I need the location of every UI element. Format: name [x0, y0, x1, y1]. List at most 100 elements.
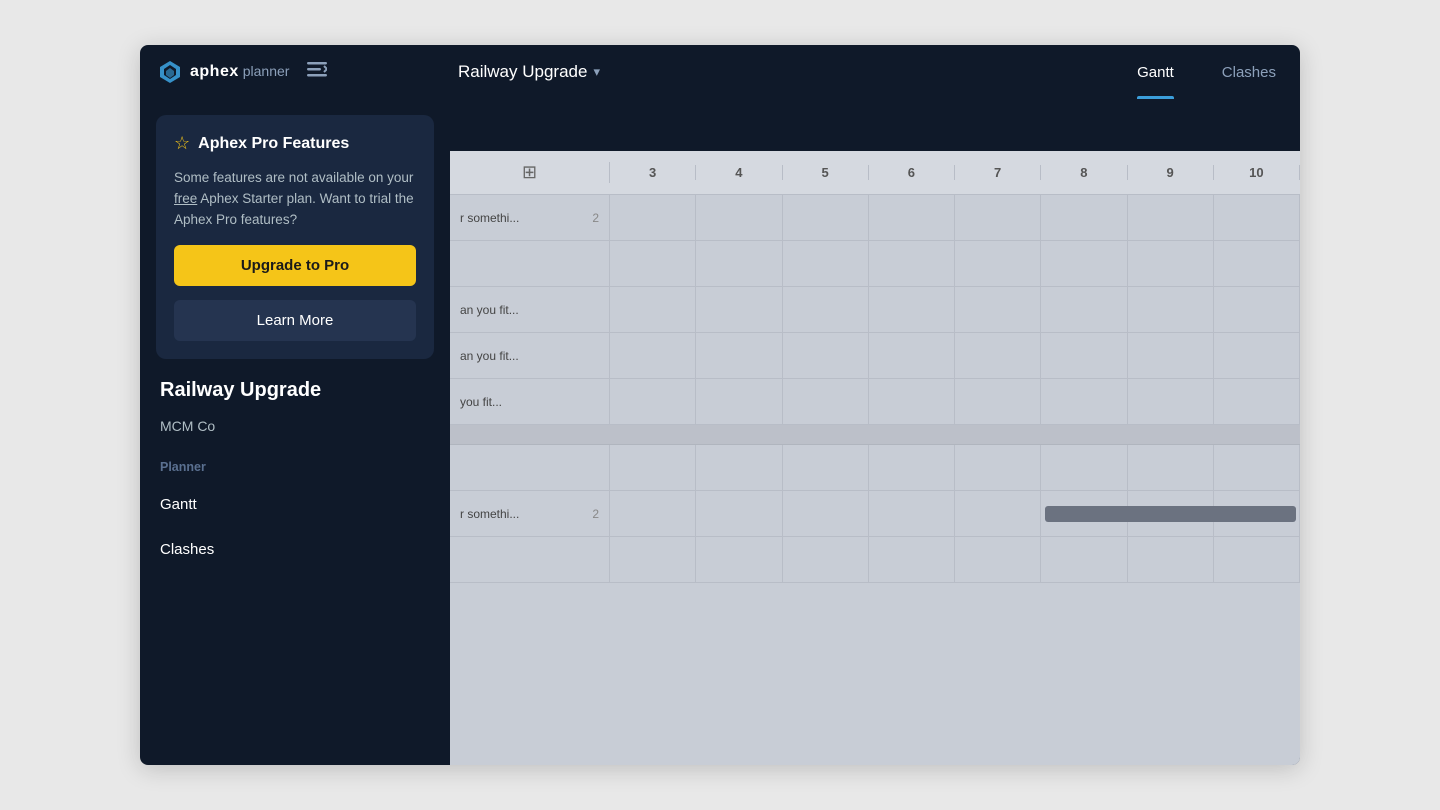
gantt-cell — [869, 445, 955, 490]
pro-features-card: ☆ Aphex Pro Features Some features are n… — [156, 115, 434, 359]
table-row: r somethi... 2 — [450, 195, 1300, 241]
gantt-col-4: 4 — [696, 165, 782, 180]
gantt-row-cells — [610, 537, 1300, 582]
gantt-cell — [1128, 537, 1214, 582]
gantt-cell — [1128, 379, 1214, 424]
gantt-col-5: 5 — [783, 165, 869, 180]
tab-gantt[interactable]: Gantt — [1113, 45, 1198, 99]
sidebar-item-gantt-label: Gantt — [160, 496, 197, 513]
gantt-col-3: 3 — [610, 165, 696, 180]
gantt-cell — [783, 195, 869, 240]
gantt-cell — [696, 537, 782, 582]
gantt-cell — [610, 333, 696, 378]
gantt-cell — [696, 379, 782, 424]
gantt-bar — [1045, 506, 1296, 522]
logo-area: aphex planner — [156, 58, 289, 86]
gantt-row-label: an you fit... — [460, 349, 519, 363]
body-area: ☆ Aphex Pro Features Some features are n… — [140, 99, 1300, 765]
gantt-row-cells — [610, 195, 1300, 240]
gantt-cell — [610, 537, 696, 582]
gantt-cell — [696, 333, 782, 378]
gantt-row-left: an you fit... — [450, 333, 610, 378]
pro-card-desc-part2: Aphex Starter plan. Want to trial the Ap… — [174, 191, 414, 227]
logo-aphex: aphex — [190, 63, 239, 81]
gantt-row-left — [450, 241, 610, 286]
gantt-col-6: 6 — [869, 165, 955, 180]
gantt-cell — [955, 537, 1041, 582]
tab-gantt-label: Gantt — [1137, 64, 1174, 81]
gantt-cell — [610, 379, 696, 424]
gantt-row-left: you fit... — [450, 379, 610, 424]
nav-right: Gantt Clashes — [1113, 45, 1300, 99]
learn-more-button[interactable]: Learn More — [174, 300, 416, 341]
gantt-row-label: you fit... — [460, 395, 502, 409]
gantt-left-col-header: ⊞ — [450, 162, 610, 183]
gantt-row-cells — [610, 287, 1300, 332]
gantt-cell — [1128, 287, 1214, 332]
gantt-cell — [955, 195, 1041, 240]
gantt-cell — [696, 195, 782, 240]
sidebar-project-name: Railway Upgrade — [156, 371, 434, 402]
sidebar-org-name: MCM Co — [156, 414, 434, 438]
gantt-cell — [1128, 241, 1214, 286]
gantt-cell — [869, 287, 955, 332]
browser-frame: aphex planner Railway Upgrade ▾ — [140, 45, 1300, 765]
gantt-cell — [610, 445, 696, 490]
gantt-cell — [696, 491, 782, 536]
app-container: aphex planner Railway Upgrade ▾ — [140, 45, 1300, 765]
tab-clashes-label: Clashes — [1222, 64, 1276, 81]
table-row: an you fit... — [450, 333, 1300, 379]
gantt-cell — [955, 379, 1041, 424]
sidebar-item-gantt[interactable]: Gantt — [156, 488, 434, 521]
gantt-cell — [1128, 445, 1214, 490]
project-title-nav[interactable]: Railway Upgrade ▾ — [458, 62, 600, 82]
table-row: an you fit... — [450, 287, 1300, 333]
gantt-rows: r somethi... 2 — [450, 195, 1300, 765]
gantt-cell — [869, 333, 955, 378]
gantt-cell — [696, 445, 782, 490]
tab-clashes[interactable]: Clashes — [1198, 45, 1300, 99]
gantt-cell — [610, 491, 696, 536]
gantt-cell — [783, 537, 869, 582]
logo-planner: planner — [243, 63, 290, 79]
gantt-cell — [1128, 195, 1214, 240]
gantt-cell — [1214, 195, 1300, 240]
sidebar-item-clashes[interactable]: Clashes — [156, 533, 434, 566]
gantt-row-count: 2 — [592, 507, 599, 521]
pro-card-desc-part1: Some features are not available on your — [174, 170, 413, 185]
upgrade-to-pro-button[interactable]: Upgrade to Pro — [174, 245, 416, 286]
top-nav: aphex planner Railway Upgrade ▾ — [140, 45, 1300, 99]
section-divider — [450, 425, 1300, 445]
table-row — [450, 445, 1300, 491]
gantt-cell — [783, 379, 869, 424]
gantt-cell — [1214, 379, 1300, 424]
gantt-cell — [955, 491, 1041, 536]
gantt-cell — [1214, 287, 1300, 332]
gantt-cell — [1128, 333, 1214, 378]
gantt-cell — [1041, 333, 1127, 378]
gantt-row-left: r somethi... 2 — [450, 195, 610, 240]
collapse-sidebar-button[interactable] — [303, 58, 331, 87]
gantt-col-headers: 3 4 5 6 7 8 9 10 — [610, 165, 1300, 180]
gantt-cell — [610, 195, 696, 240]
gantt-row-left — [450, 537, 610, 582]
table-row: you fit... — [450, 379, 1300, 425]
gantt-row-cells — [610, 333, 1300, 378]
main-content: ⊞ 3 4 5 6 7 8 9 10 — [450, 99, 1300, 765]
gantt-cell — [869, 241, 955, 286]
gantt-cell — [696, 241, 782, 286]
table-layout-icon[interactable]: ⊞ — [522, 162, 537, 183]
gantt-row-left — [450, 445, 610, 490]
gantt-row-count: 2 — [592, 211, 599, 225]
gantt-cell — [1041, 241, 1127, 286]
logo-text: aphex planner — [190, 63, 289, 81]
pro-card-header: ☆ Aphex Pro Features — [174, 133, 416, 154]
gantt-row-label: an you fit... — [460, 303, 519, 317]
nav-center: Railway Upgrade ▾ — [450, 62, 1113, 82]
gantt-cell — [783, 491, 869, 536]
gantt-cell — [783, 445, 869, 490]
gantt-row-cells — [610, 445, 1300, 490]
gantt-cell — [869, 195, 955, 240]
gantt-cell — [1214, 333, 1300, 378]
gantt-col-9: 9 — [1128, 165, 1214, 180]
